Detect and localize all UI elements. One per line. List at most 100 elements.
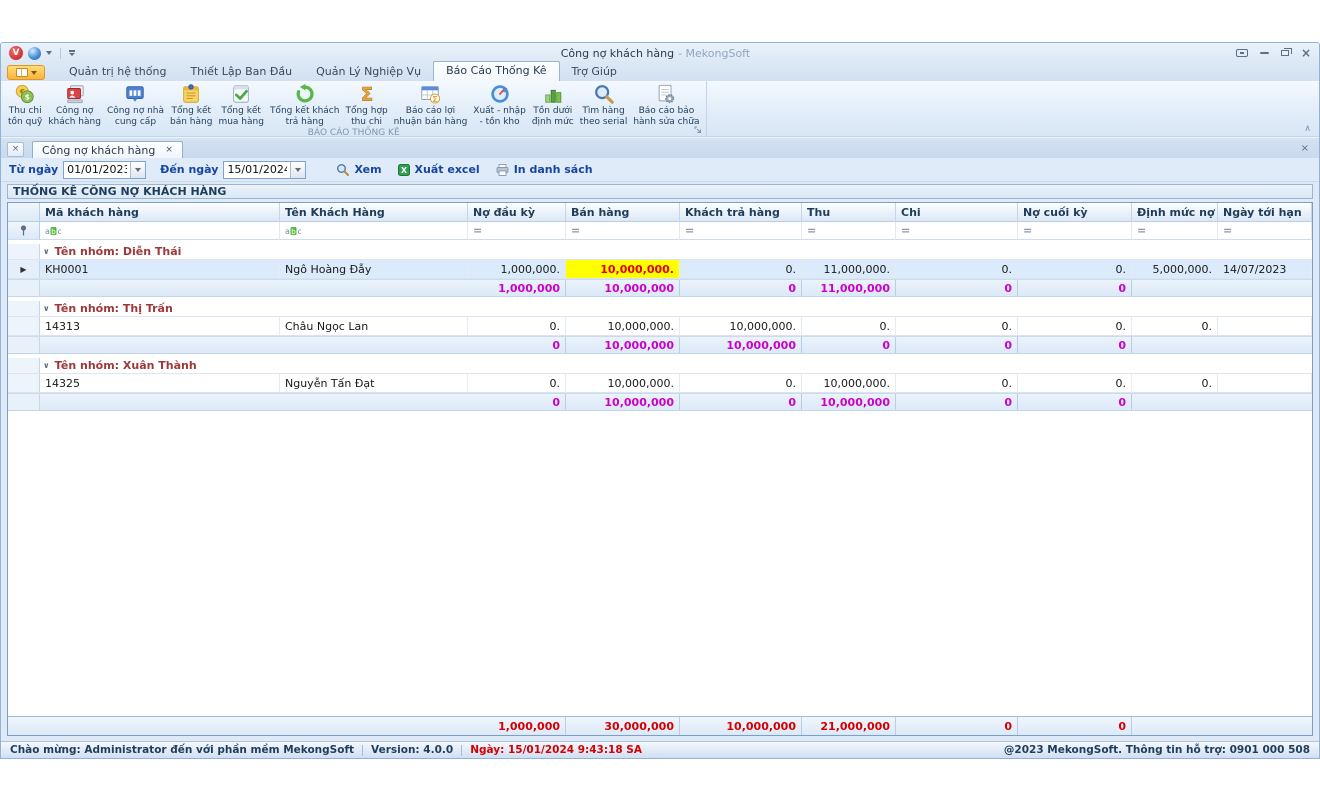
from-date-dropdown[interactable] [130, 162, 145, 178]
fullscreen-icon[interactable] [1236, 49, 1248, 57]
group-collapse-icon: ∨ [43, 304, 50, 313]
ribbon-button-cong-no-nha-cung-cap[interactable]: Công nợ nhà cung cấp [104, 82, 167, 128]
svg-text:Σ: Σ [360, 84, 373, 105]
ribbon-button-ton-duoi-dinh-muc[interactable]: Tồn dưới định mức [529, 82, 577, 128]
sales-notepad-icon [180, 83, 202, 105]
report-content: THỐNG KÊ CÔNG NỢ KHÁCH HÀNG Mã khách hàn… [1, 182, 1319, 741]
to-date-dropdown[interactable] [290, 162, 305, 178]
export-excel-button[interactable]: X Xuất excel [398, 163, 480, 176]
chevron-down-icon[interactable] [46, 51, 52, 55]
column-header-thu[interactable]: Thu [802, 203, 896, 222]
from-date-input[interactable] [64, 162, 130, 178]
grid-empty-area [8, 411, 1312, 716]
low-stock-bars-icon [542, 83, 564, 105]
equals-icon: = [1223, 224, 1232, 237]
equals-icon: = [473, 224, 482, 237]
app-window: V Công nợ khách hàng- MekongSoft × Quản … [0, 42, 1320, 759]
ribbon-button-tong-hop-thu-chi[interactable]: Σ Tổng hợp thu chi [342, 82, 390, 128]
table-row[interactable]: ▶ KH0001 Ngô Hoàng Đẫy 1,000,000. 10,000… [8, 260, 1312, 279]
sigma-icon: Σ [356, 83, 378, 105]
equals-icon: = [1137, 224, 1146, 237]
column-header-dinh-muc-no[interactable]: Định mức nợ [1132, 203, 1218, 222]
tab-close-icon[interactable]: × [165, 146, 173, 155]
close-all-tabs-icon[interactable]: × [7, 142, 24, 157]
column-header-ban-hang[interactable]: Bán hàng [566, 203, 680, 222]
column-header-no-cuoi-ky[interactable]: Nợ cuối kỳ [1018, 203, 1132, 222]
group-row-dien-thai[interactable]: ∨Tên nhóm: Diễn Thái [8, 244, 1312, 260]
ribbon-collapse-icon[interactable]: ∧ [1304, 125, 1311, 134]
filter-cell-limit[interactable]: = [1132, 222, 1218, 240]
group-row-xuan-thanh[interactable]: ∨Tên nhóm: Xuân Thành [8, 358, 1312, 374]
ribbon-button-cong-no-khach-hang[interactable]: Công nợ khách hàng [45, 82, 104, 128]
ribbon-button-thu-chi-ton-quy[interactable]: €$ Thu chi tồn quỹ [5, 82, 45, 128]
tab-bao-cao-thong-ke[interactable]: Báo Cáo Thống Kê [433, 61, 559, 81]
filter-cell-code[interactable]: abc [40, 222, 280, 240]
ribbon-button-tong-ket-khach-tra-hang[interactable]: Tổng kết khách trả hàng [267, 82, 343, 128]
tab-tro-giup[interactable]: Trợ Giúp [560, 63, 629, 81]
equals-icon: = [901, 224, 910, 237]
table-row[interactable]: 14325 Nguyễn Tấn Đạt 0. 10,000,000. 0. 1… [8, 374, 1312, 393]
app-logo-icon[interactable]: V [9, 46, 23, 60]
doc-tab-cong-no-khach-hang[interactable]: Công nợ khách hàng × [32, 141, 183, 158]
highlighted-cell: 10,000,000. [566, 260, 680, 279]
filter-cell-opening[interactable]: = [468, 222, 566, 240]
tab-quan-tri-he-thong[interactable]: Quản trị hệ thống [57, 63, 178, 81]
ribbon-button-tim-hang-theo-serial[interactable]: Tìm hàng theo serial [577, 82, 631, 128]
grid-filter-row: abc abc = = = = = = = = [8, 222, 1312, 240]
group-row-thi-tran[interactable]: ∨Tên nhóm: Thị Trấn [8, 301, 1312, 317]
filter-cell-chi[interactable]: = [896, 222, 1018, 240]
ribbon-button-bao-cao-bao-hanh[interactable]: Báo cáo bảo hành sửa chữa [630, 82, 702, 128]
window-title: Công nợ khách hàng- MekongSoft [75, 47, 1236, 60]
filter-cell-sales[interactable]: = [566, 222, 680, 240]
svg-text:c: c [298, 227, 302, 236]
view-button[interactable]: Xem [336, 163, 381, 176]
window-layout-icon [16, 68, 28, 77]
close-icon[interactable]: × [1301, 48, 1311, 58]
supplier-debt-icon [124, 83, 146, 105]
filter-cell-due[interactable]: = [1218, 222, 1312, 240]
group-collapse-icon: ∨ [43, 247, 50, 256]
to-date-input[interactable] [224, 162, 290, 178]
document-tab-strip: × Công nợ khách hàng × × [1, 137, 1319, 158]
column-header-ngay-toi-han[interactable]: Ngày tới hạn [1218, 203, 1312, 222]
panel-title: THỐNG KÊ CÔNG NỢ KHÁCH HÀNG [7, 184, 1313, 199]
print-list-button[interactable]: In danh sách [496, 163, 593, 176]
tab-quan-ly-nghiep-vu[interactable]: Quản Lý Nghiệp Vụ [304, 63, 433, 81]
ribbon-button-xuat-nhap-ton-kho[interactable]: Xuất - nhập - tồn kho [470, 82, 529, 128]
application-menu-button[interactable] [7, 65, 45, 80]
from-date-label: Từ ngày [9, 163, 58, 176]
grid-header-row: Mã khách hàng Tên Khách Hàng Nợ đầu kỳ B… [8, 203, 1312, 222]
ribbon: €$ Thu chi tồn quỹ Công nợ khách hàng Cô… [1, 81, 1319, 137]
warranty-gear-icon [655, 83, 677, 105]
svg-text:b: b [291, 228, 296, 236]
tab-thiet-lap-ban-dau[interactable]: Thiết Lập Ban Đầu [178, 63, 304, 81]
restore-icon[interactable] [1281, 50, 1289, 56]
from-date-field [63, 161, 146, 179]
coins-icon: €$ [14, 83, 36, 105]
equals-icon: = [807, 224, 816, 237]
divider [362, 745, 363, 756]
serial-search-icon [593, 83, 615, 105]
text-filter-icon: abc [45, 226, 61, 236]
column-header-no-dau-ky[interactable]: Nợ đầu kỳ [468, 203, 566, 222]
ribbon-button-tong-ket-ban-hang[interactable]: Tổng kết bán hàng [167, 82, 215, 128]
filter-cell-closing[interactable]: = [1018, 222, 1132, 240]
filter-cell-returns[interactable]: = [680, 222, 802, 240]
column-header-chi[interactable]: Chi [896, 203, 1018, 222]
column-header-khach-tra-hang[interactable]: Khách trả hàng [680, 203, 802, 222]
ribbon-button-tong-ket-mua-hang[interactable]: Tổng kết mua hàng [215, 82, 266, 128]
strip-close-icon[interactable]: × [1301, 144, 1309, 154]
ribbon-tab-row: Quản trị hệ thống Thiết Lập Ban Đầu Quản… [1, 63, 1319, 81]
user-sphere-icon[interactable] [28, 47, 41, 60]
filter-cell-thu[interactable]: = [802, 222, 896, 240]
ribbon-button-bao-cao-loi-nhuan[interactable]: Σ Báo cáo lợi nhuận bán hàng [391, 82, 471, 128]
status-date: Ngày: 15/01/2024 9:43:18 SA [470, 744, 642, 756]
table-row[interactable]: 14313 Châu Ngọc Lan 0. 10,000,000. 10,00… [8, 317, 1312, 336]
svg-text:$: $ [25, 93, 30, 102]
column-header-ten-khach-hang[interactable]: Tên Khách Hàng [280, 203, 468, 222]
column-header-ma-khach-hang[interactable]: Mã khách hàng [40, 203, 280, 222]
minimize-icon[interactable] [1260, 52, 1269, 55]
svg-text:c: c [58, 227, 62, 236]
filter-cell-name[interactable]: abc [280, 222, 468, 240]
to-date-label: Đến ngày [160, 163, 218, 176]
